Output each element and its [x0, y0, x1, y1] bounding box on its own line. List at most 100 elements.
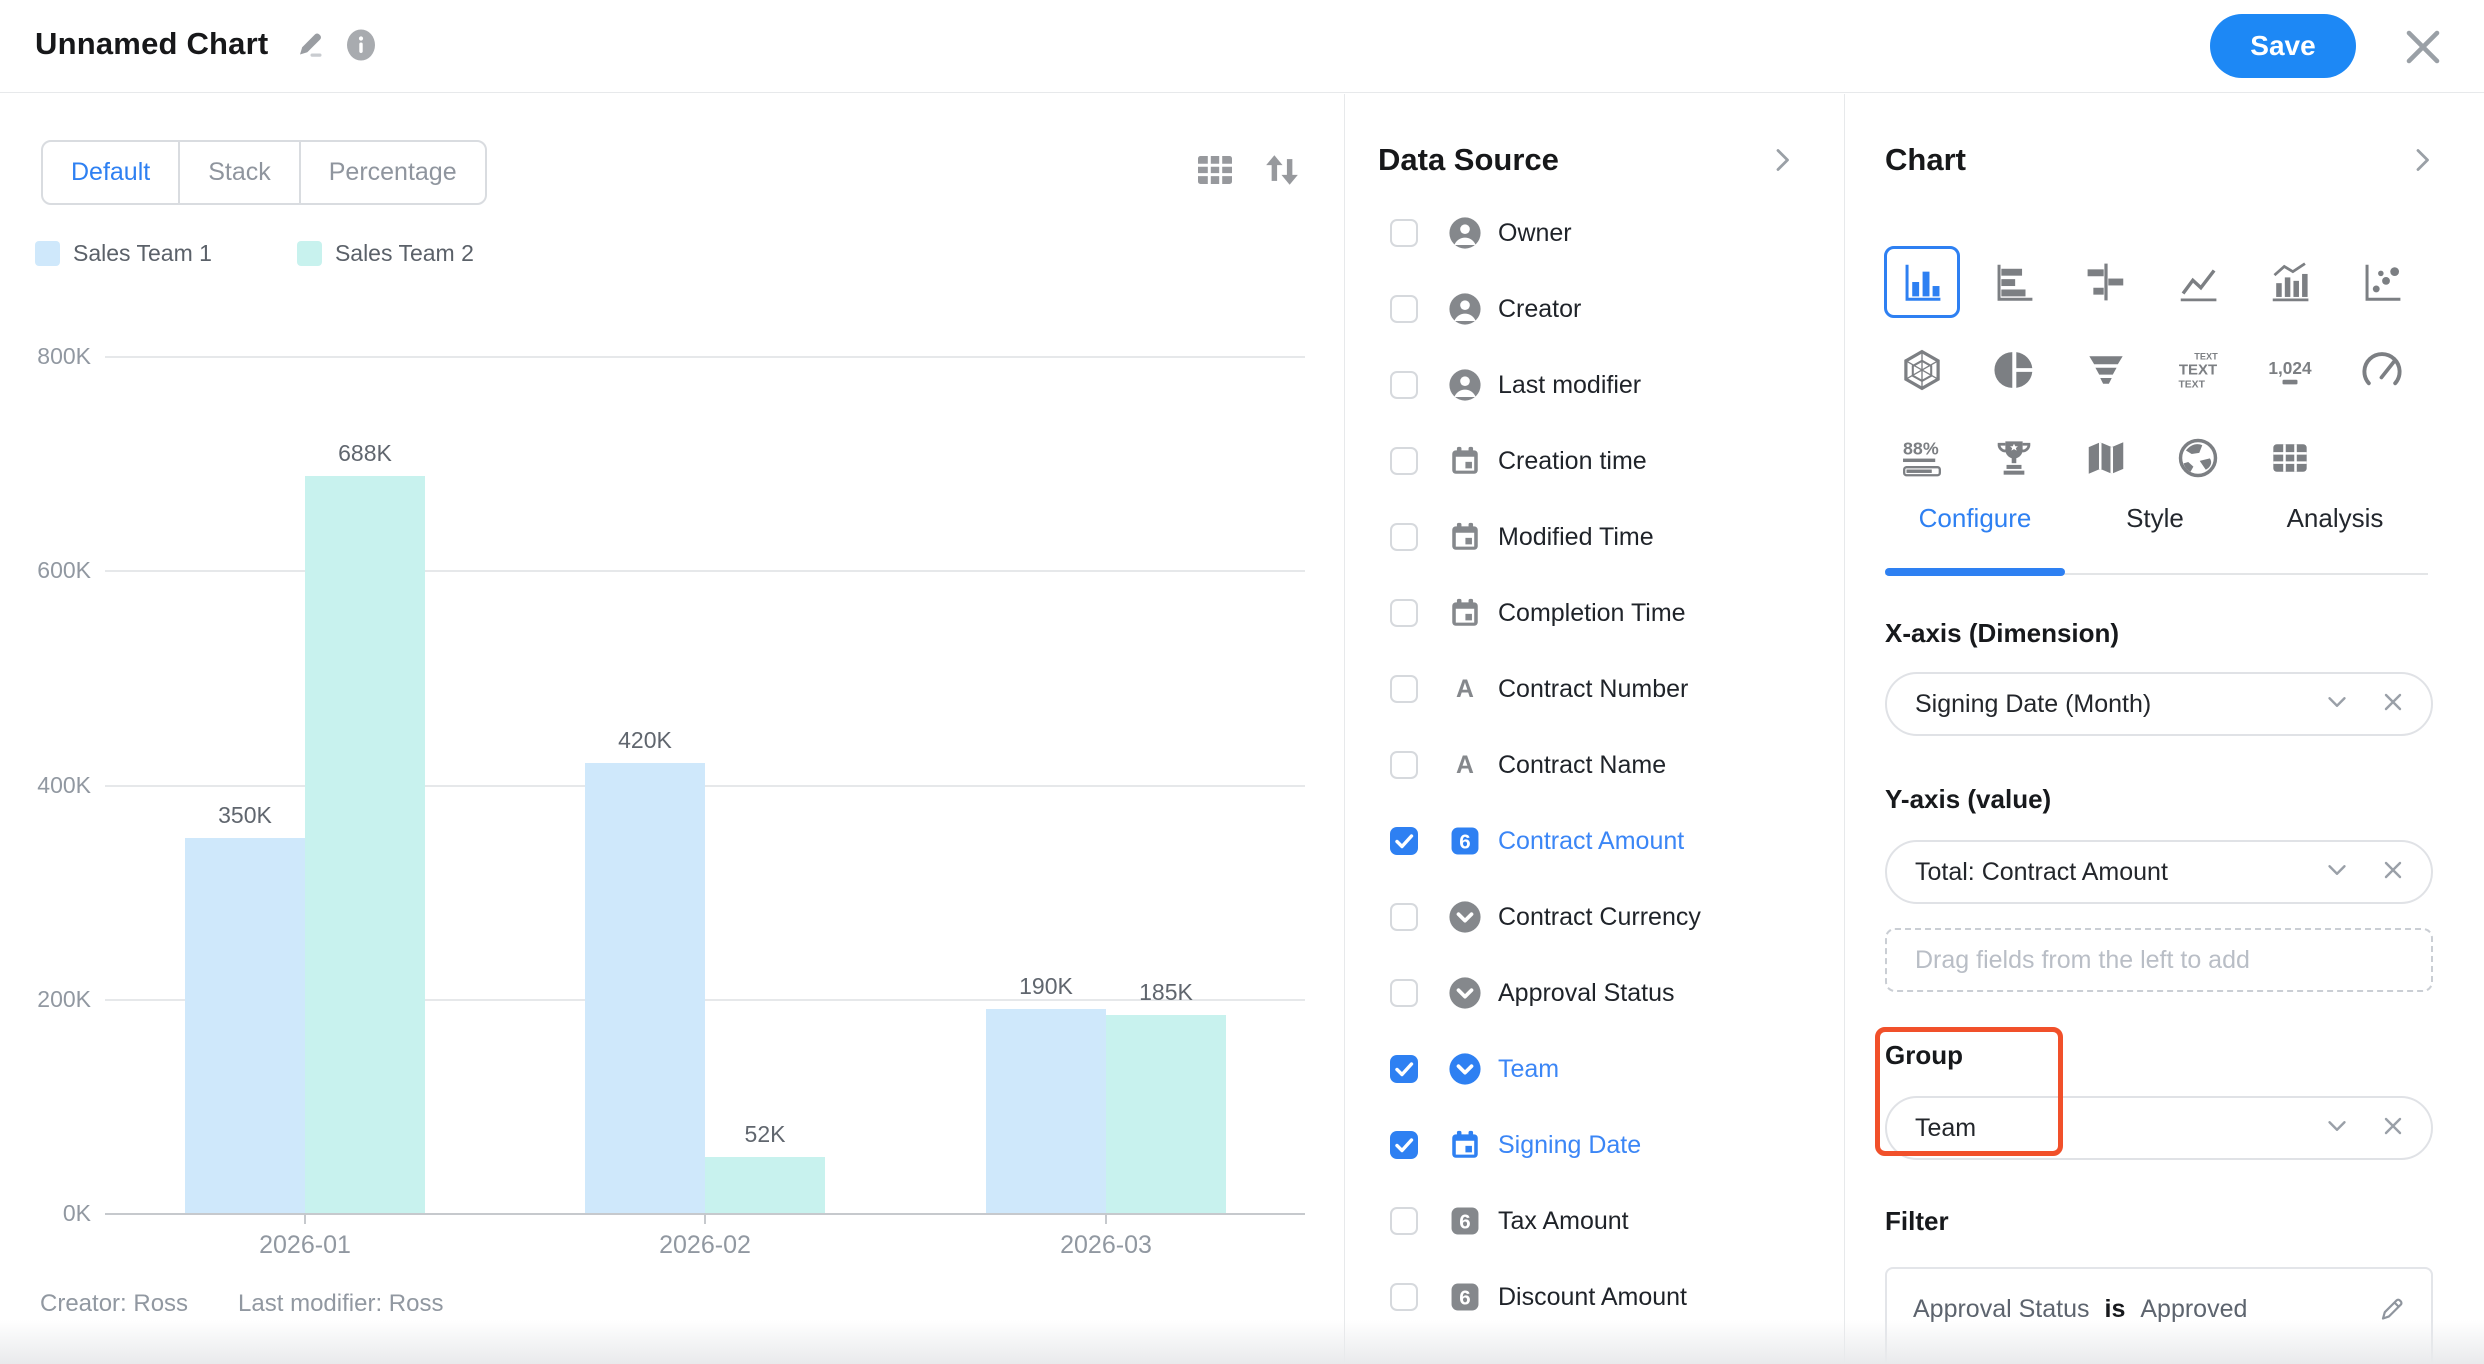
y-axis-field-value: Total: Contract Amount	[1915, 858, 2168, 887]
person-icon	[1448, 368, 1482, 402]
group-field-select[interactable]: Team	[1885, 1096, 2433, 1160]
checkbox-unchecked[interactable]	[1390, 1283, 1418, 1311]
checkbox-unchecked[interactable]	[1390, 903, 1418, 931]
field-row[interactable]: AContract Name	[1345, 727, 1844, 803]
chart-type-bidirectional-bar-chart[interactable]	[2060, 238, 2152, 326]
chart-type-column-chart-selected[interactable]	[1876, 238, 1968, 326]
checkbox-unchecked[interactable]	[1390, 447, 1418, 475]
field-row[interactable]: Contract Currency	[1345, 879, 1844, 955]
svg-text:A: A	[1456, 676, 1474, 703]
checkbox-checked[interactable]	[1390, 1131, 1418, 1159]
legend-label: Sales Team 1	[73, 240, 212, 267]
checkbox-checked[interactable]	[1390, 827, 1418, 855]
checkbox-unchecked[interactable]	[1390, 219, 1418, 247]
chevron-down-icon[interactable]	[2323, 688, 2351, 721]
chart-type-word-cloud[interactable]: TEXTTEXTTEXT	[2152, 326, 2244, 414]
mode-tab-stack[interactable]: Stack	[178, 142, 299, 203]
chart-type-table-chart[interactable]	[2244, 414, 2336, 502]
collapse-chevron-icon[interactable]	[2406, 144, 2438, 176]
chart-type-combo-chart[interactable]	[2244, 238, 2336, 326]
legend-item[interactable]: Sales Team 2	[297, 240, 474, 267]
edit-filter-icon[interactable]	[2377, 1294, 2407, 1324]
tab-analysis[interactable]: Analysis	[2245, 503, 2425, 534]
field-row[interactable]: 6Tax Amount	[1345, 1183, 1844, 1259]
x-axis-tick	[704, 1215, 706, 1224]
filter-value: Approved	[2140, 1287, 2247, 1331]
filter-condition-row[interactable]: Approval Status is Approved	[1885, 1267, 2433, 1364]
chart-type-radar-chart[interactable]	[1876, 326, 1968, 414]
chart-type-ranking-chart[interactable]	[1968, 414, 2060, 502]
field-row[interactable]: Approval Status	[1345, 955, 1844, 1031]
field-label: Owner	[1498, 219, 1572, 248]
chart-type-line-chart[interactable]	[2152, 238, 2244, 326]
bar[interactable]	[185, 838, 305, 1213]
mode-tab-percentage[interactable]: Percentage	[299, 142, 485, 203]
chart-type-progress-chart[interactable]: 88%	[1876, 414, 1968, 502]
field-row[interactable]: 6Discount Amount	[1345, 1259, 1844, 1335]
tab-style[interactable]: Style	[2065, 503, 2245, 534]
bar[interactable]	[1106, 1015, 1226, 1213]
tab-configure[interactable]: Configure	[1885, 503, 2065, 534]
bar[interactable]	[986, 1009, 1106, 1213]
y-axis-field-select[interactable]: Total: Contract Amount	[1885, 840, 2433, 904]
chart-type-number-card[interactable]: 1,024	[2244, 326, 2336, 414]
x-axis-section-label: X-axis (Dimension)	[1885, 618, 2119, 649]
checkbox-unchecked[interactable]	[1390, 1207, 1418, 1235]
field-row[interactable]: Team	[1345, 1031, 1844, 1107]
field-label: Completion Time	[1498, 599, 1686, 628]
chart-type-gauge-chart[interactable]	[2336, 326, 2428, 414]
chevron-down-icon[interactable]	[2323, 856, 2351, 889]
mode-tab-default[interactable]: Default	[43, 142, 178, 203]
chart-type-map-chart[interactable]	[2060, 414, 2152, 502]
plot-area: 800K600K400K200K0K350K688K2026-01420K52K…	[105, 356, 1305, 1215]
world-map-icon	[2160, 422, 2236, 494]
calendar-icon	[1448, 520, 1482, 554]
chart-type-pie-chart[interactable]	[1968, 326, 2060, 414]
field-row[interactable]: Creation time	[1345, 423, 1844, 499]
chevron-down-icon[interactable]	[2323, 1112, 2351, 1145]
checkbox-unchecked[interactable]	[1390, 371, 1418, 399]
field-row[interactable]: Modified Time	[1345, 499, 1844, 575]
field-row[interactable]: Last modifier	[1345, 347, 1844, 423]
clear-field-icon[interactable]	[2379, 688, 2407, 721]
table-view-icon[interactable]	[1193, 148, 1237, 192]
checkbox-unchecked[interactable]	[1390, 675, 1418, 703]
chart-type-funnel-chart[interactable]	[2060, 326, 2152, 414]
checkbox-unchecked[interactable]	[1390, 523, 1418, 551]
sort-icon[interactable]	[1258, 146, 1306, 194]
legend-item[interactable]: Sales Team 1	[35, 240, 212, 267]
bar-column: 185K	[1106, 979, 1226, 1213]
checkbox-unchecked[interactable]	[1390, 599, 1418, 627]
field-row[interactable]: Signing Date	[1345, 1107, 1844, 1183]
collapse-chevron-icon[interactable]	[1766, 144, 1798, 176]
save-button[interactable]: Save	[2210, 14, 2356, 78]
gauge-icon	[2344, 334, 2420, 406]
y-axis-section-label: Y-axis (value)	[1885, 784, 2051, 815]
chart-type-world-map-chart[interactable]	[2152, 414, 2244, 502]
edit-title-icon[interactable]	[293, 28, 327, 62]
field-row[interactable]: Completion Time	[1345, 575, 1844, 651]
field-row[interactable]: Creator	[1345, 271, 1844, 347]
bar[interactable]	[705, 1157, 825, 1213]
field-row[interactable]: Owner	[1345, 195, 1844, 271]
y-axis-dropzone[interactable]: Drag fields from the left to add	[1885, 928, 2433, 992]
bar[interactable]	[305, 476, 425, 1213]
bar[interactable]	[585, 763, 705, 1213]
y-axis-tick-label: 800K	[3, 343, 91, 370]
chart-type-bar-chart[interactable]	[1968, 238, 2060, 326]
bidirectional-bar-icon	[2068, 246, 2144, 318]
field-row[interactable]: 6Contract Amount	[1345, 803, 1844, 879]
checkbox-unchecked[interactable]	[1390, 295, 1418, 323]
svg-text:6: 6	[1459, 1287, 1470, 1310]
checkbox-unchecked[interactable]	[1390, 751, 1418, 779]
clear-field-icon[interactable]	[2379, 1112, 2407, 1145]
clear-field-icon[interactable]	[2379, 856, 2407, 889]
x-axis-field-select[interactable]: Signing Date (Month)	[1885, 672, 2433, 736]
checkbox-unchecked[interactable]	[1390, 979, 1418, 1007]
info-icon[interactable]	[344, 28, 378, 62]
calendar-icon	[1448, 444, 1482, 478]
chart-type-scatter-chart[interactable]	[2336, 238, 2428, 326]
field-row[interactable]: AContract Number	[1345, 651, 1844, 727]
close-icon[interactable]	[2399, 23, 2447, 71]
checkbox-checked[interactable]	[1390, 1055, 1418, 1083]
